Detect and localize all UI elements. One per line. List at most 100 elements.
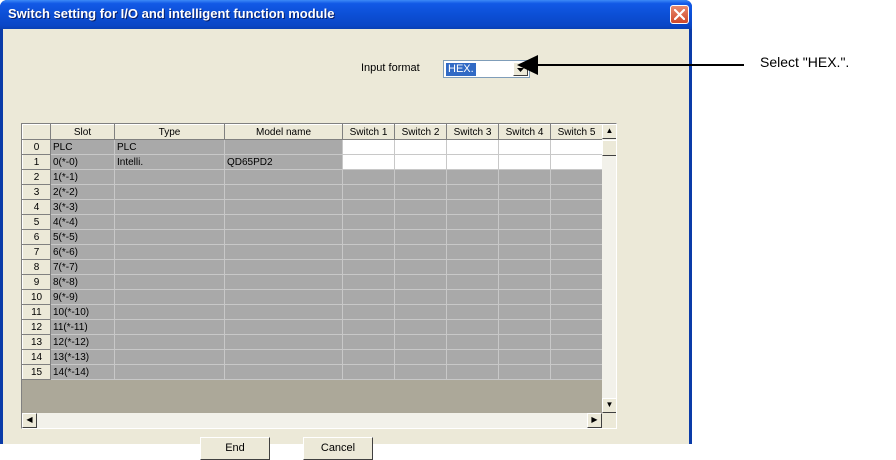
switch-cell	[446, 184, 499, 200]
scroll-right-button[interactable]: ▶	[587, 413, 602, 428]
slot-cell: 1(*-1)	[50, 169, 115, 185]
title-bar[interactable]: Switch setting for I/O and intelligent f…	[0, 0, 692, 29]
switch-cell[interactable]	[342, 139, 395, 155]
row-number: 5	[22, 214, 51, 230]
model-cell: QD65PD2	[224, 154, 343, 170]
switch-cell	[550, 274, 603, 290]
table-row[interactable]: 7 6(*-6)	[22, 244, 603, 260]
switch-cell	[498, 259, 551, 275]
switch-cell	[498, 244, 551, 260]
table-row[interactable]: 11 10(*-10)	[22, 304, 603, 320]
model-cell	[224, 139, 343, 155]
switch-table: Slot Type Model name Switch 1 Switch 2 Switch…	[22, 124, 603, 380]
table-row[interactable]: 15 14(*-14)	[22, 364, 603, 380]
switch-cell	[550, 334, 603, 350]
close-x-icon	[674, 9, 685, 20]
row-number: 12	[22, 319, 51, 335]
table-row[interactable]: 0 PLC PLC	[22, 139, 603, 155]
slot-cell: PLC	[50, 139, 115, 155]
switch-cell	[342, 184, 395, 200]
switch-setting-grid[interactable]: Slot Type Model name Switch 1 Switch 2 Switch…	[21, 123, 617, 429]
switch-cell	[394, 334, 447, 350]
switch-cell	[394, 229, 447, 245]
column-header: Switch 5	[550, 124, 603, 140]
table-row[interactable]: 8 7(*-7)	[22, 259, 603, 275]
switch-cell	[498, 334, 551, 350]
switch-cell[interactable]	[446, 139, 499, 155]
switch-cell[interactable]	[446, 154, 499, 170]
table-row[interactable]: 14 13(*-13)	[22, 349, 603, 365]
model-cell	[224, 169, 343, 185]
type-cell	[114, 274, 225, 290]
close-button[interactable]	[670, 5, 689, 24]
row-number: 4	[22, 199, 51, 215]
switch-cell	[550, 244, 603, 260]
row-number: 0	[22, 139, 51, 155]
column-header: Type	[114, 124, 225, 140]
column-header: Slot	[50, 124, 115, 140]
table-row[interactable]: 2 1(*-1)	[22, 169, 603, 185]
switch-cell	[342, 319, 395, 335]
input-format-value: HEX.	[446, 63, 476, 76]
switch-cell	[446, 214, 499, 230]
switch-cell	[394, 214, 447, 230]
type-cell	[114, 349, 225, 365]
row-number: 6	[22, 229, 51, 245]
switch-cell[interactable]	[550, 139, 603, 155]
row-number: 1	[22, 154, 51, 170]
table-row[interactable]: 3 2(*-2)	[22, 184, 603, 200]
switch-cell	[498, 199, 551, 215]
switch-cell	[446, 319, 499, 335]
switch-cell	[446, 244, 499, 260]
scroll-left-button[interactable]: ◀	[22, 413, 37, 428]
table-row[interactable]: 1 0(*-0) Intelli. QD65PD2	[22, 154, 603, 170]
row-number: 9	[22, 274, 51, 290]
switch-cell	[550, 304, 603, 320]
annotation-arrow	[517, 55, 744, 75]
switch-cell	[446, 169, 499, 185]
cancel-button[interactable]: Cancel	[303, 437, 373, 460]
type-cell	[114, 244, 225, 260]
switch-cell	[550, 184, 603, 200]
vertical-scroll-thumb[interactable]	[602, 140, 616, 156]
switch-cell	[342, 289, 395, 305]
switch-cell	[394, 274, 447, 290]
switch-cell	[446, 349, 499, 365]
type-cell	[114, 229, 225, 245]
model-cell	[224, 334, 343, 350]
switch-cell	[446, 364, 499, 380]
vertical-scrollbar[interactable]: ▲ ▼	[602, 124, 616, 413]
horizontal-scrollbar[interactable]: ◀ ▶	[22, 413, 602, 428]
table-row[interactable]: 6 5(*-5)	[22, 229, 603, 245]
switch-cell	[394, 169, 447, 185]
table-row[interactable]: 12 11(*-11)	[22, 319, 603, 335]
table-row[interactable]: 10 9(*-9)	[22, 289, 603, 305]
header-corner	[22, 124, 51, 140]
switch-cell[interactable]	[498, 154, 551, 170]
switch-cell[interactable]	[394, 154, 447, 170]
switch-cell	[550, 349, 603, 365]
switch-cell[interactable]	[498, 139, 551, 155]
switch-cell	[550, 364, 603, 380]
switch-cell[interactable]	[342, 154, 395, 170]
row-number: 3	[22, 184, 51, 200]
table-row[interactable]: 4 3(*-3)	[22, 199, 603, 215]
table-row[interactable]: 13 12(*-12)	[22, 334, 603, 350]
model-cell	[224, 244, 343, 260]
switch-cell	[446, 229, 499, 245]
table-row[interactable]: 5 4(*-4)	[22, 214, 603, 230]
model-cell	[224, 274, 343, 290]
type-cell	[114, 169, 225, 185]
slot-cell: 2(*-2)	[50, 184, 115, 200]
model-cell	[224, 259, 343, 275]
end-button[interactable]: End	[200, 437, 270, 460]
switch-cell[interactable]	[550, 154, 603, 170]
scroll-up-button[interactable]: ▲	[602, 124, 616, 139]
switch-cell[interactable]	[394, 139, 447, 155]
scroll-down-button[interactable]: ▼	[602, 398, 616, 413]
slot-cell: 0(*-0)	[50, 154, 115, 170]
switch-cell	[446, 304, 499, 320]
switch-cell	[498, 229, 551, 245]
table-row[interactable]: 9 8(*-8)	[22, 274, 603, 290]
model-cell	[224, 199, 343, 215]
